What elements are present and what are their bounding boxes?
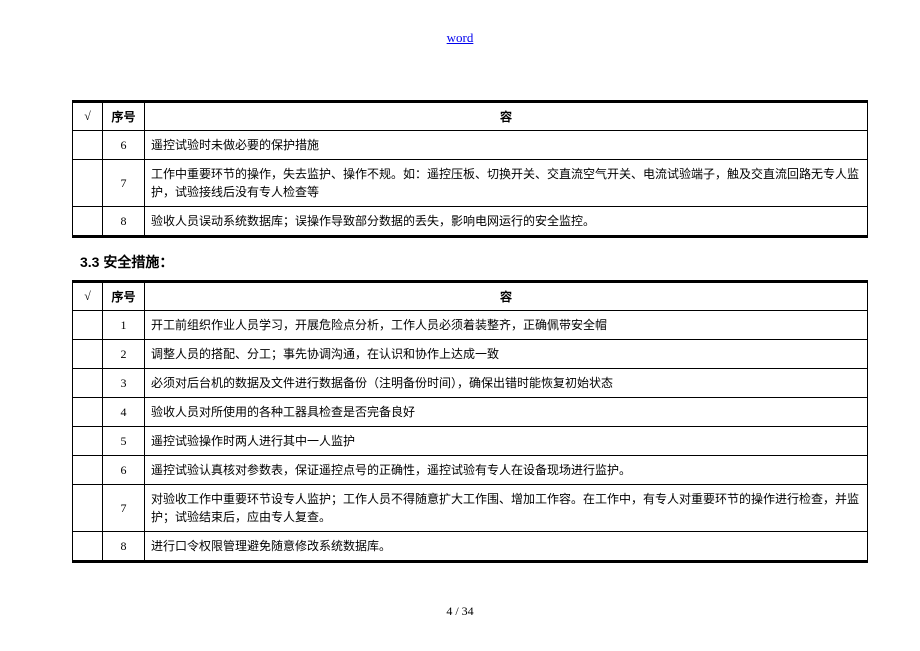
check-cell [73,456,103,485]
table-row: 8进行口令权限管理避免随意修改系统数据库。 [73,532,868,561]
check-cell [73,427,103,456]
content-cell: 遥控试验认真核对参数表，保证遥控点号的正确性，遥控试验有专人在设备现场进行监护。 [145,456,868,485]
table-row: 7工作中重要环节的操作，失去监护、操作不规。如：遥控压板、切换开关、交直流空气开… [73,160,868,207]
content-cell: 对验收工作中重要环节设专人监护；工作人员不得随意扩大工作围、增加工作容。在工作中… [145,485,868,532]
page-footer: 4 / 34 [0,604,920,619]
num-cell: 5 [103,427,145,456]
check-cell [73,160,103,207]
table-header-row: √ 序号 容 [73,283,868,311]
col-num-header: 序号 [103,103,145,131]
content-cell: 必须对后台机的数据及文件进行数据备份（注明备份时间），确保出错时能恢复初始状态 [145,369,868,398]
check-cell [73,311,103,340]
num-cell: 4 [103,398,145,427]
table-row: 5遥控试验操作时两人进行其中一人监护 [73,427,868,456]
table-1: √ 序号 容 6遥控试验时未做必要的保护措施7工作中重要环节的操作，失去监护、操… [72,100,868,238]
num-cell: 7 [103,160,145,207]
table-row: 6遥控试验认真核对参数表，保证遥控点号的正确性，遥控试验有专人在设备现场进行监护… [73,456,868,485]
content-cell: 验收人员误动系统数据库；误操作导致部分数据的丢失，影响电网运行的安全监控。 [145,207,868,236]
col-content-header: 容 [145,283,868,311]
table-2: √ 序号 容 1开工前组织作业人员学习，开展危险点分析，工作人员必须着装整齐，正… [72,280,868,563]
col-content-header: 容 [145,103,868,131]
content-cell: 验收人员对所使用的各种工器具检查是否完备良好 [145,398,868,427]
content-cell: 遥控试验时未做必要的保护措施 [145,131,868,160]
num-cell: 2 [103,340,145,369]
num-cell: 7 [103,485,145,532]
content-cell: 进行口令权限管理避免随意修改系统数据库。 [145,532,868,561]
check-cell [73,207,103,236]
table-row: 3必须对后台机的数据及文件进行数据备份（注明备份时间），确保出错时能恢复初始状态 [73,369,868,398]
table-header-row: √ 序号 容 [73,103,868,131]
table-row: 6遥控试验时未做必要的保护措施 [73,131,868,160]
num-cell: 8 [103,532,145,561]
content-cell: 调整人员的搭配、分工；事先协调沟通，在认识和协作上达成一致 [145,340,868,369]
section-title: 3.3 安全措施： [80,252,868,272]
table-row: 8验收人员误动系统数据库；误操作导致部分数据的丢失，影响电网运行的安全监控。 [73,207,868,236]
check-cell [73,369,103,398]
page-content: √ 序号 容 6遥控试验时未做必要的保护措施7工作中重要环节的操作，失去监护、操… [72,100,868,563]
col-check-header: √ [73,103,103,131]
table-row: 4验收人员对所使用的各种工器具检查是否完备良好 [73,398,868,427]
content-cell: 遥控试验操作时两人进行其中一人监护 [145,427,868,456]
check-cell [73,398,103,427]
check-cell [73,340,103,369]
num-cell: 6 [103,456,145,485]
col-check-header: √ [73,283,103,311]
num-cell: 1 [103,311,145,340]
check-cell [73,131,103,160]
num-cell: 3 [103,369,145,398]
check-cell [73,532,103,561]
table-row: 1开工前组织作业人员学习，开展危险点分析，工作人员必须着装整齐，正确佩带安全帽 [73,311,868,340]
check-cell [73,485,103,532]
content-cell: 工作中重要环节的操作，失去监护、操作不规。如：遥控压板、切换开关、交直流空气开关… [145,160,868,207]
content-cell: 开工前组织作业人员学习，开展危险点分析，工作人员必须着装整齐，正确佩带安全帽 [145,311,868,340]
num-cell: 6 [103,131,145,160]
table-row: 7对验收工作中重要环节设专人监护；工作人员不得随意扩大工作围、增加工作容。在工作… [73,485,868,532]
col-num-header: 序号 [103,283,145,311]
header-link[interactable]: word [0,30,920,46]
num-cell: 8 [103,207,145,236]
table-row: 2调整人员的搭配、分工；事先协调沟通，在认识和协作上达成一致 [73,340,868,369]
